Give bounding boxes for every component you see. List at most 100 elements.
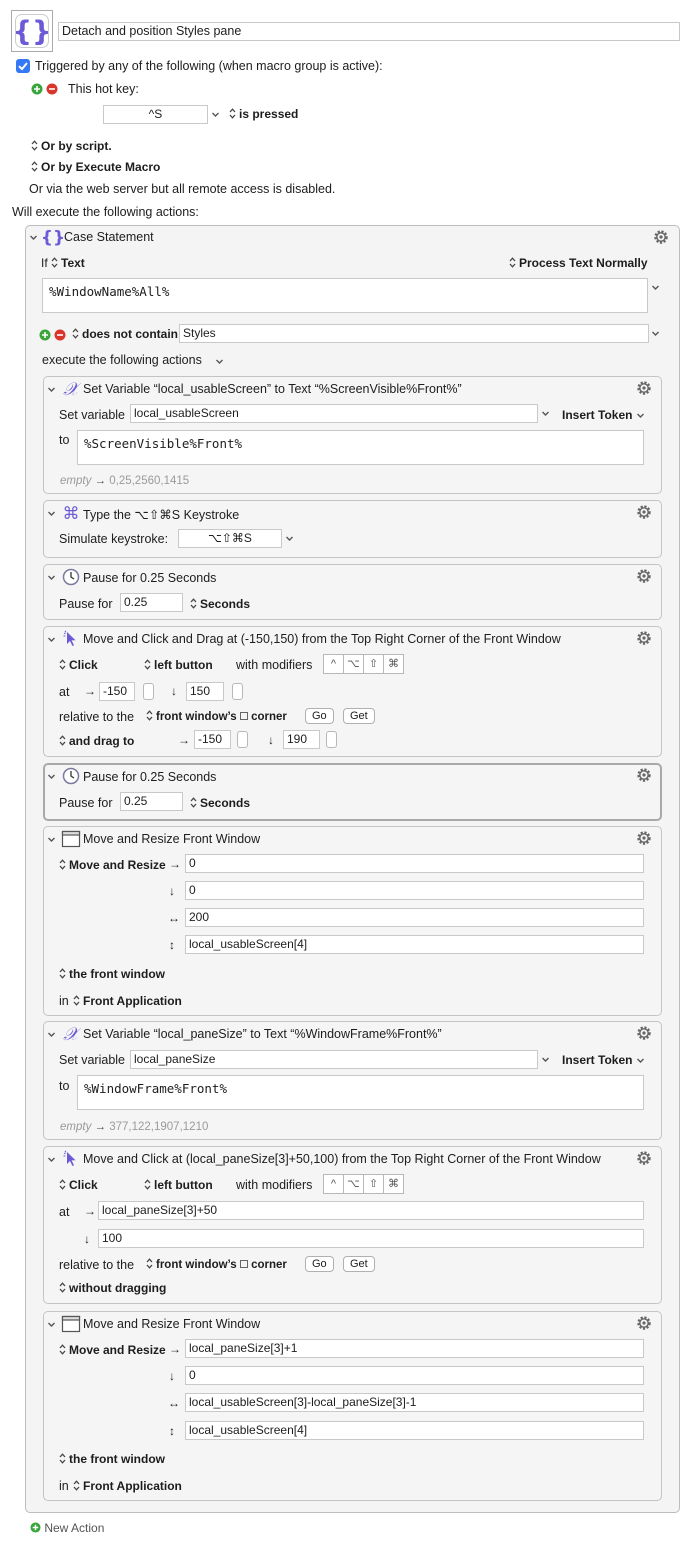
- click-type-popup[interactable]: Click: [59, 658, 98, 672]
- shift-modifier-toggle[interactable]: ⇧: [363, 654, 384, 674]
- gear-icon[interactable]: [635, 829, 653, 847]
- hotkey-state-popup[interactable]: is pressed: [229, 107, 298, 121]
- hotkey-field[interactable]: ^S: [103, 105, 208, 124]
- gear-icon[interactable]: [635, 1149, 653, 1167]
- collapse-chevron-icon[interactable]: [47, 1155, 56, 1164]
- click-x-field[interactable]: local_paneSize[3]+50: [98, 1201, 644, 1220]
- gear-icon[interactable]: [635, 629, 653, 647]
- gear-icon[interactable]: [635, 1314, 653, 1332]
- gear-icon[interactable]: [635, 766, 653, 784]
- collapse-chevron-icon[interactable]: [47, 1030, 56, 1039]
- variable-text-field[interactable]: %WindowFrame%Front%: [77, 1075, 644, 1110]
- gear-icon[interactable]: [635, 379, 653, 397]
- condition-type-popup[interactable]: Text: [51, 256, 85, 270]
- collapse-chevron-icon[interactable]: [47, 1320, 56, 1329]
- collapse-chevron-icon[interactable]: [47, 509, 56, 518]
- drag-y-stepper[interactable]: [326, 731, 337, 748]
- left-field[interactable]: local_paneSize[3]+1: [185, 1339, 644, 1358]
- or-by-execute-macro[interactable]: Or by Execute Macro: [31, 160, 160, 174]
- window-target-popup[interactable]: the front window: [59, 1452, 165, 1466]
- keystroke-chevron-icon[interactable]: [285, 534, 294, 543]
- drag-mode-popup[interactable]: without dragging: [59, 1281, 166, 1295]
- collapse-chevron-icon[interactable]: [29, 233, 38, 242]
- get-button[interactable]: Get: [343, 708, 375, 724]
- insert-token-menu[interactable]: Insert Token: [562, 408, 645, 422]
- pause-unit-popup[interactable]: Seconds: [190, 796, 250, 810]
- collapse-chevron-icon[interactable]: [47, 835, 56, 844]
- control-modifier-toggle[interactable]: ^: [323, 654, 344, 674]
- go-button[interactable]: Go: [305, 1256, 334, 1272]
- relative-popup[interactable]: front window’s corner: [146, 1258, 287, 1271]
- command-modifier-toggle[interactable]: ⌘: [383, 1174, 404, 1194]
- execute-chevron-icon[interactable]: [215, 357, 224, 366]
- process-text-popup[interactable]: Process Text Normally: [509, 256, 648, 270]
- condition-text-field[interactable]: %WindowName%All%: [42, 278, 648, 313]
- macro-icon[interactable]: [11, 10, 53, 52]
- variable-chevron-icon[interactable]: [541, 1055, 550, 1064]
- move-resize-mode-popup[interactable]: Move and Resize: [59, 858, 166, 872]
- variable-chevron-icon[interactable]: [541, 409, 550, 418]
- option-modifier-toggle[interactable]: ⌥: [343, 654, 364, 674]
- click-x-stepper[interactable]: [143, 683, 154, 700]
- top-field[interactable]: 0: [185, 881, 644, 900]
- gear-icon[interactable]: [635, 503, 653, 521]
- top-field[interactable]: 0: [185, 1366, 644, 1385]
- click-y-stepper[interactable]: [232, 683, 243, 700]
- move-resize-mode-popup[interactable]: Move and Resize: [59, 1343, 166, 1357]
- gear-icon[interactable]: [635, 567, 653, 585]
- drag-y-field[interactable]: 190: [283, 730, 320, 749]
- add-trigger-icon[interactable]: [31, 83, 43, 95]
- relative-popup[interactable]: front window’s corner: [146, 710, 287, 723]
- insert-token-menu[interactable]: Insert Token: [562, 1053, 645, 1067]
- remove-condition-icon[interactable]: [54, 329, 66, 341]
- go-button[interactable]: Go: [305, 708, 334, 724]
- mouse-button-popup[interactable]: left button: [144, 1178, 213, 1192]
- drag-mode-popup[interactable]: and drag to: [59, 734, 134, 748]
- collapse-chevron-icon[interactable]: [47, 573, 56, 582]
- add-condition-icon[interactable]: [39, 329, 51, 341]
- gear-icon[interactable]: [652, 228, 670, 246]
- command-modifier-toggle[interactable]: ⌘: [383, 654, 404, 674]
- compare-value-field[interactable]: Styles: [179, 324, 649, 343]
- width-field[interactable]: 200: [185, 908, 644, 927]
- collapse-chevron-icon[interactable]: [47, 385, 56, 394]
- drag-x-stepper[interactable]: [237, 731, 248, 748]
- click-y-field[interactable]: 100: [98, 1229, 644, 1248]
- hotkey-chevron-icon[interactable]: [211, 110, 220, 119]
- new-action-button[interactable]: New Action: [30, 1521, 104, 1535]
- click-y-field[interactable]: 150: [186, 682, 224, 701]
- drag-x-field[interactable]: -150: [194, 730, 231, 749]
- variable-name-field[interactable]: local_paneSize: [130, 1050, 538, 1069]
- window-target-popup[interactable]: the front window: [59, 967, 165, 981]
- variable-text-field[interactable]: %ScreenVisible%Front%: [77, 430, 644, 465]
- triggered-checkbox[interactable]: [16, 59, 30, 73]
- application-popup[interactable]: Front Application: [73, 1479, 182, 1493]
- pause-unit-popup[interactable]: Seconds: [190, 597, 250, 611]
- or-by-script[interactable]: Or by script.: [31, 139, 112, 153]
- variable-name-field[interactable]: local_usableScreen: [130, 404, 538, 423]
- application-popup[interactable]: Front Application: [73, 994, 182, 1008]
- collapse-chevron-icon[interactable]: [47, 635, 56, 644]
- click-type-popup[interactable]: Click: [59, 1178, 98, 1192]
- compare-chevron-icon[interactable]: [651, 329, 660, 338]
- height-field[interactable]: local_usableScreen[4]: [185, 935, 644, 954]
- mouse-button-popup[interactable]: left button: [144, 658, 213, 672]
- operator-popup[interactable]: does not contain: [72, 327, 178, 341]
- will-execute-label: Will execute the following actions:: [12, 205, 199, 219]
- gear-icon[interactable]: [635, 1024, 653, 1042]
- height-field[interactable]: local_usableScreen[4]: [185, 1421, 644, 1440]
- token-chevron-icon[interactable]: [651, 283, 660, 292]
- macro-name-field[interactable]: Detach and position Styles pane: [58, 22, 680, 41]
- collapse-chevron-icon[interactable]: [47, 772, 56, 781]
- width-field[interactable]: local_usableScreen[3]-local_paneSize[3]-…: [185, 1393, 644, 1412]
- pause-value-field[interactable]: 0.25: [120, 593, 183, 612]
- left-field[interactable]: 0: [185, 854, 644, 873]
- shift-modifier-toggle[interactable]: ⇧: [363, 1174, 384, 1194]
- keystroke-field[interactable]: ⌥⇧⌘S: [178, 529, 282, 548]
- pause-value-field[interactable]: 0.25: [120, 792, 183, 811]
- remove-trigger-icon[interactable]: [46, 83, 58, 95]
- click-x-field[interactable]: -150: [99, 682, 135, 701]
- get-button[interactable]: Get: [343, 1256, 375, 1272]
- control-modifier-toggle[interactable]: ^: [323, 1174, 344, 1194]
- option-modifier-toggle[interactable]: ⌥: [343, 1174, 364, 1194]
